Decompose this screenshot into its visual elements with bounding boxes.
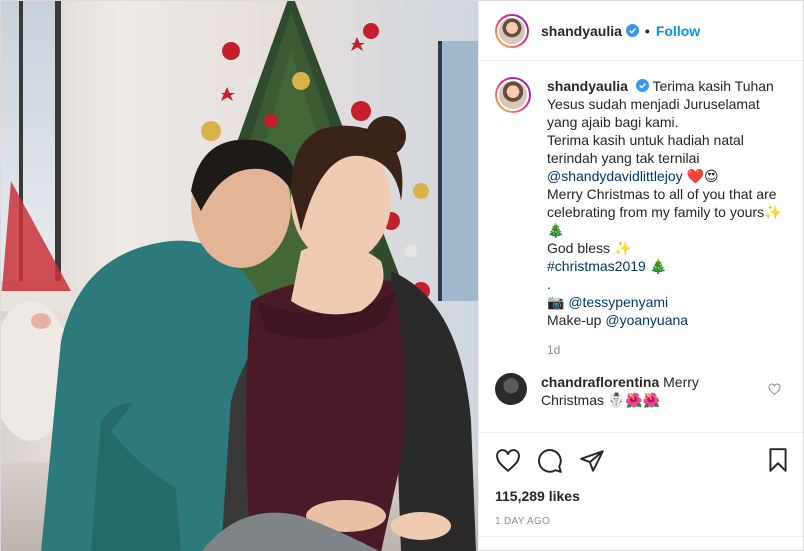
camera-emoji: 📷	[547, 294, 565, 310]
author-avatar[interactable]	[495, 13, 529, 48]
post-actions	[479, 432, 803, 488]
comments-area[interactable]: shandyaulia Terima kasih Tuhan Yesus sud…	[479, 61, 803, 432]
save-bookmark-icon[interactable]	[765, 447, 791, 473]
commenter-username[interactable]: chandraflorentina	[541, 374, 659, 390]
post-photo[interactable]	[1, 1, 478, 551]
couple-illustration	[41, 116, 476, 551]
add-comment-bar	[479, 536, 803, 551]
comment-like-heart-icon[interactable]	[768, 383, 781, 396]
caption-emoji-4: 🎄	[649, 258, 668, 274]
caption-mention-1[interactable]: @shandydavidlittlejoy	[547, 168, 683, 184]
commenter-avatar[interactable]	[495, 373, 527, 405]
caption-hashtag[interactable]: #christmas2019	[547, 258, 646, 274]
comment-bubble-icon[interactable]	[537, 448, 563, 474]
caption-emoji-1: ❤️😍	[686, 168, 719, 184]
verified-badge-icon	[625, 24, 639, 37]
caption-username[interactable]: shandyaulia	[547, 78, 628, 94]
caption: shandyaulia Terima kasih Tuhan Yesus sud…	[495, 77, 787, 359]
like-heart-icon[interactable]	[495, 448, 521, 474]
caption-time[interactable]: 1d	[547, 341, 787, 359]
caption-dot: .	[547, 276, 551, 292]
verified-badge-icon	[635, 79, 649, 92]
post-side-panel: shandyaulia • Follow shandyaulia Terima …	[478, 1, 803, 551]
caption-makeup-label: Make-up	[547, 312, 602, 328]
instagram-post: shandyaulia • Follow shandyaulia Terima …	[0, 0, 804, 551]
caption-line3: Merry Christmas to all of you that are c…	[547, 186, 777, 220]
caption-line2: Terima kasih untuk hadiah natal terindah…	[547, 132, 744, 166]
comment-body: chandraflorentina Merry Christmas ☃️🌺🌺	[541, 373, 731, 409]
follow-button[interactable]: Follow	[656, 23, 700, 39]
comment-item: chandraflorentina Merry Christmas ☃️🌺🌺	[495, 373, 787, 409]
share-paper-plane-icon[interactable]	[579, 448, 605, 474]
caption-line4: God bless	[547, 240, 611, 256]
post-timestamp[interactable]: 1 DAY AGO	[479, 516, 803, 536]
post-header: shandyaulia • Follow	[479, 1, 803, 61]
caption-emoji-3: ✨	[613, 240, 632, 256]
caption-avatar[interactable]	[495, 77, 531, 113]
likes-count[interactable]: 115,289 likes	[479, 488, 803, 510]
caption-mention-2[interactable]: @tessypenyami	[568, 294, 668, 310]
author-username[interactable]: shandyaulia	[541, 23, 622, 39]
next-comment-peek	[541, 415, 787, 423]
comment-emoji: ☃️🌺🌺	[607, 392, 661, 408]
caption-mention-3[interactable]: @yoanyuana	[605, 312, 688, 328]
header-separator: •	[644, 22, 650, 39]
caption-body: shandyaulia Terima kasih Tuhan Yesus sud…	[547, 77, 787, 359]
